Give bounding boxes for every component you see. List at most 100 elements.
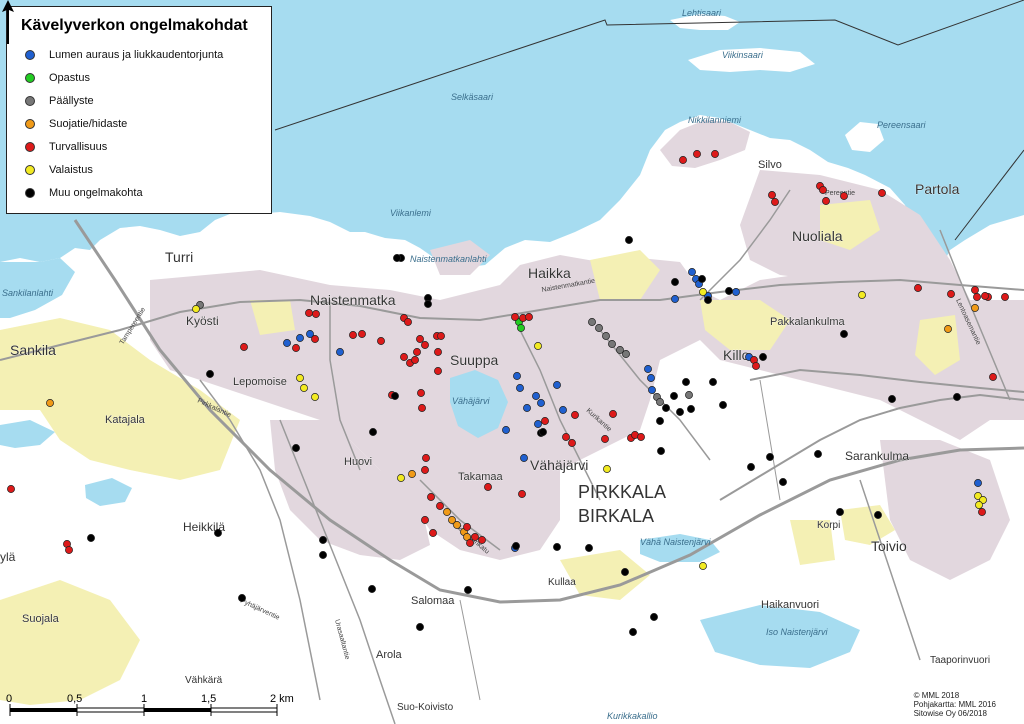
water-label: Pereensaari <box>877 120 927 130</box>
problem-point-safety <box>971 286 979 294</box>
place-label: BIRKALA <box>578 506 654 526</box>
problem-point-other <box>585 544 593 552</box>
problem-point-other <box>391 392 399 400</box>
problem-point-safety <box>711 150 719 158</box>
problem-point-lighting <box>975 501 983 509</box>
problem-point-safety <box>421 341 429 349</box>
scale-tick-2: 1 <box>141 693 147 705</box>
problem-point-other <box>779 478 787 486</box>
problem-point-safety <box>768 191 776 199</box>
problem-point-other <box>539 428 547 436</box>
water-label: Lehtisaari <box>682 8 722 18</box>
problem-point-other <box>464 586 472 594</box>
place-label: Suojala <box>22 613 60 625</box>
place-label: Sankila <box>10 342 56 358</box>
place-label: Nuoliala <box>792 228 843 244</box>
legend-swatch-guidance <box>25 72 35 83</box>
problem-point-snow <box>648 386 656 394</box>
problem-point-snow <box>553 381 561 389</box>
problem-point-crosswalk <box>443 508 451 516</box>
north-arrow-icon <box>2 0 14 44</box>
place-label: Silvo <box>758 159 782 171</box>
problem-point-other <box>621 568 629 576</box>
problem-point-other <box>368 585 376 593</box>
problem-point-snow <box>502 426 510 434</box>
problem-point-paving <box>608 340 616 348</box>
problem-point-snow <box>732 288 740 296</box>
problem-point-snow <box>644 365 652 373</box>
problem-point-other <box>888 395 896 403</box>
problem-point-safety <box>292 344 300 352</box>
legend-swatch-safety <box>25 141 35 152</box>
water-label: Viikinsaari <box>722 50 764 60</box>
problem-point-other <box>416 623 424 631</box>
legend-label-paving: Päällyste <box>49 94 94 107</box>
problem-point-lighting <box>858 291 866 299</box>
legend-label-lighting: Valaistus <box>49 163 93 176</box>
problem-point-other <box>747 463 755 471</box>
scale-tick-1: 0,5 <box>67 693 82 705</box>
problem-point-safety <box>466 539 474 547</box>
legend-label-safety: Turvallisuus <box>49 140 108 153</box>
legend-item-guidance: Opastus <box>19 66 259 89</box>
legend-swatch-lighting <box>25 164 35 175</box>
problem-point-safety <box>525 313 533 321</box>
problem-point-snow <box>283 339 291 347</box>
problem-point-safety <box>978 508 986 516</box>
problem-point-other <box>759 353 767 361</box>
problem-point-snow <box>523 404 531 412</box>
problem-point-other <box>87 534 95 542</box>
problem-point-crosswalk <box>453 521 461 529</box>
problem-point-other <box>656 417 664 425</box>
legend-swatch-snow <box>25 49 35 60</box>
place-label: Korpi <box>817 520 840 531</box>
place-label: Vähäjärvi <box>530 457 588 473</box>
problem-point-safety <box>416 335 424 343</box>
problem-point-safety <box>609 410 617 418</box>
problem-point-safety <box>981 292 989 300</box>
problem-point-safety <box>240 343 248 351</box>
problem-point-paving <box>602 332 610 340</box>
place-label: Salomaa <box>411 595 455 607</box>
problem-point-lighting <box>603 465 611 473</box>
problem-point-other <box>393 254 401 262</box>
problem-point-snow <box>336 348 344 356</box>
problem-point-paving <box>685 391 693 399</box>
problem-point-safety <box>914 284 922 292</box>
place-label: Katajala <box>105 414 146 426</box>
problem-point-lighting <box>311 393 319 401</box>
problem-point-crosswalk <box>944 325 952 333</box>
place-label: Takamaa <box>458 471 504 483</box>
problem-point-lighting <box>699 562 707 570</box>
problem-point-safety <box>752 362 760 370</box>
problem-point-other <box>650 613 658 621</box>
credit-line-2: Pohjakartta: MML 2016 <box>913 700 996 709</box>
problem-point-lighting <box>397 474 405 482</box>
problem-point-snow <box>296 334 304 342</box>
legend-label-crosswalk: Suojatie/hidaste <box>49 117 128 130</box>
problem-point-other <box>319 536 327 544</box>
problem-point-safety <box>568 439 576 447</box>
problem-point-other <box>670 392 678 400</box>
problem-point-snow <box>520 454 528 462</box>
legend-label-guidance: Opastus <box>49 71 90 84</box>
water-label: Viikanlemi <box>390 208 432 218</box>
place-label: PIRKKALA <box>578 482 666 502</box>
scale-tick-4: 2 km <box>270 693 294 705</box>
water-label: Vähä Naistenjärvi <box>640 537 712 547</box>
legend-item-lighting: Valaistus <box>19 158 259 181</box>
problem-point-safety <box>429 529 437 537</box>
problem-point-other <box>725 287 733 295</box>
problem-point-other <box>719 401 727 409</box>
problem-point-safety <box>427 493 435 501</box>
problem-point-safety <box>7 485 15 493</box>
credit-line-3: Sitowise Oy 06/2018 <box>913 709 987 718</box>
problem-point-lighting <box>534 342 542 350</box>
scale-tick-3: 1,5 <box>201 693 216 705</box>
problem-point-safety <box>478 536 486 544</box>
problem-point-other <box>704 296 712 304</box>
legend-item-snow: Lumen auraus ja liukkaudentorjunta <box>19 43 259 66</box>
legend-item-safety: Turvallisuus <box>19 135 259 158</box>
problem-point-other <box>238 594 246 602</box>
water-label: Sankilanlahti <box>2 288 54 298</box>
